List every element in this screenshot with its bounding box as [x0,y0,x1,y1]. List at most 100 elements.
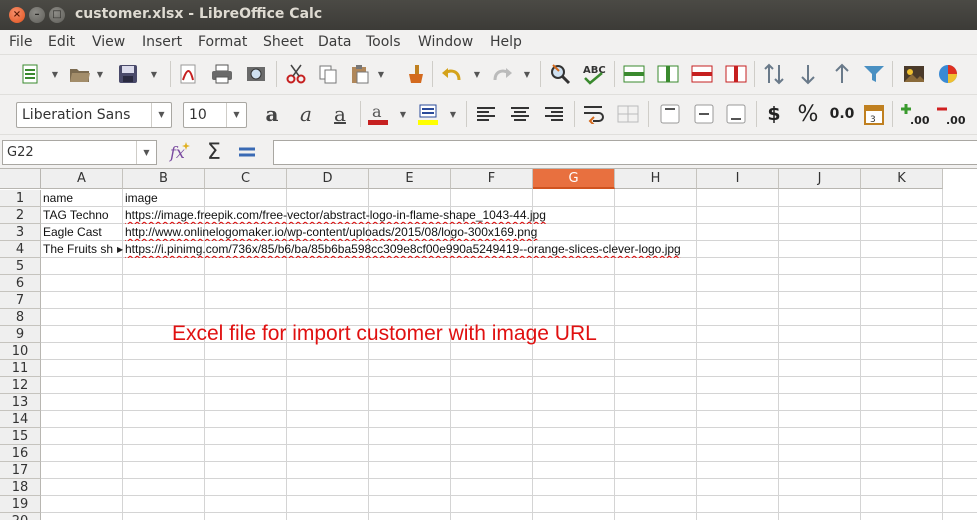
cell-a3[interactable]: Eagle Cast [41,224,122,241]
row-header[interactable]: 5 [0,258,41,275]
menu-file[interactable]: File [9,34,32,50]
new-dropdown-icon[interactable]: ▼ [50,62,60,86]
menu-insert[interactable]: Insert [142,34,182,50]
menu-data[interactable]: Data [318,34,351,50]
paste-dropdown-icon[interactable]: ▼ [376,62,386,86]
find-replace-icon[interactable] [548,62,572,86]
print-icon[interactable] [210,62,234,86]
align-right-icon[interactable] [542,102,566,126]
column-header-e[interactable]: E [369,169,451,189]
menu-view[interactable]: View [92,34,125,50]
window-minimize-button[interactable]: – [29,7,45,23]
redo-icon[interactable] [490,62,514,86]
align-left-icon[interactable] [474,102,498,126]
row-header[interactable]: 19 [0,496,41,513]
sum-icon[interactable]: Σ [202,140,226,165]
merge-cells-icon[interactable] [616,102,640,126]
menu-window[interactable]: Window [418,34,473,50]
cut-icon[interactable] [284,62,308,86]
delete-column-icon[interactable] [724,62,748,86]
delete-row-icon[interactable] [690,62,714,86]
copy-icon[interactable] [316,62,340,86]
column-header-a[interactable]: A [41,169,123,189]
select-all-corner[interactable] [0,169,41,189]
spreadsheet-grid[interactable]: A B C D E F G H I J K 1 2 3 4 5 6 7 8 9 … [0,168,977,520]
row-header[interactable]: 8 [0,309,41,326]
new-document-icon[interactable] [18,62,42,86]
redo-dropdown-icon[interactable]: ▼ [522,62,532,86]
chevron-down-icon[interactable]: ▼ [151,103,171,127]
spelling-icon[interactable]: ABC [582,62,606,86]
font-size-combobox[interactable]: 10 ▼ [183,102,247,128]
center-vertically-icon[interactable] [692,102,716,126]
row-header[interactable]: 11 [0,360,41,377]
save-dropdown-icon[interactable]: ▼ [149,62,159,86]
column-header-k[interactable]: K [861,169,943,189]
menu-help[interactable]: Help [490,34,522,50]
italic-icon[interactable]: a [294,102,318,126]
menu-edit[interactable]: Edit [48,34,75,50]
clone-formatting-icon[interactable] [402,62,426,86]
date-format-icon[interactable]: 3 [862,102,886,126]
highlight-color-icon[interactable] [416,102,440,126]
underline-icon[interactable]: a [328,102,352,126]
row-header[interactable]: 16 [0,445,41,462]
row-header[interactable]: 10 [0,343,41,360]
row-header[interactable]: 6 [0,275,41,292]
add-decimal-button[interactable]: .00 [900,102,930,126]
formula-icon[interactable] [235,140,259,164]
row-header[interactable]: 12 [0,377,41,394]
row-header[interactable]: 2 [0,207,41,224]
insert-column-icon[interactable] [656,62,680,86]
cell-a4[interactable]: The Fruits sh [41,241,117,258]
chevron-down-icon[interactable]: ▼ [136,141,156,164]
menu-sheet[interactable]: Sheet [263,34,303,50]
column-header-g[interactable]: G [533,169,615,189]
formula-input[interactable] [273,140,977,165]
row-header[interactable]: 18 [0,479,41,496]
column-header-f[interactable]: F [451,169,533,189]
row-header[interactable]: 13 [0,394,41,411]
sort-icon[interactable] [762,62,786,86]
cell-a2[interactable]: TAG Techno [41,207,122,224]
row-header[interactable]: 17 [0,462,41,479]
autofilter-icon[interactable] [862,62,886,86]
print-preview-icon[interactable] [244,62,268,86]
font-name-combobox[interactable]: Liberation Sans ▼ [16,102,172,128]
row-header[interactable]: 14 [0,411,41,428]
delete-decimal-button[interactable]: .00 [936,102,966,126]
row-header[interactable]: 1 [0,190,41,207]
paste-icon[interactable] [348,62,372,86]
font-color-dropdown-icon[interactable]: ▼ [398,102,408,126]
column-header-d[interactable]: D [287,169,369,189]
column-header-j[interactable]: J [779,169,861,189]
row-header[interactable]: 7 [0,292,41,309]
currency-format-button[interactable]: $ [762,102,786,126]
insert-chart-icon[interactable] [936,62,960,86]
menu-tools[interactable]: Tools [366,34,401,50]
highlight-dropdown-icon[interactable]: ▼ [448,102,458,126]
bold-icon[interactable]: a [260,102,284,126]
function-wizard-icon[interactable]: fx [168,140,192,164]
row-header[interactable]: 20 [0,513,41,520]
row-header[interactable]: 15 [0,428,41,445]
undo-dropdown-icon[interactable]: ▼ [472,62,482,86]
menu-format[interactable]: Format [198,34,247,50]
insert-row-icon[interactable] [622,62,646,86]
percent-format-button[interactable]: % [796,102,820,127]
window-close-button[interactable]: × [9,7,25,23]
row-header[interactable]: 3 [0,224,41,241]
cell-b1[interactable]: image [123,190,204,207]
open-folder-icon[interactable] [68,62,92,86]
column-header-h[interactable]: H [615,169,697,189]
align-center-icon[interactable] [508,102,532,126]
chevron-down-icon[interactable]: ▼ [226,103,246,127]
number-format-button[interactable]: 0.0 [828,102,856,126]
insert-image-icon[interactable] [902,62,926,86]
sort-descending-icon[interactable] [830,62,854,86]
window-maximize-button[interactable]: □ [49,7,65,23]
open-dropdown-icon[interactable]: ▼ [95,62,105,86]
align-top-icon[interactable] [658,102,682,126]
name-box[interactable]: G22 ▼ [2,140,157,165]
font-color-icon[interactable]: a [366,102,390,126]
